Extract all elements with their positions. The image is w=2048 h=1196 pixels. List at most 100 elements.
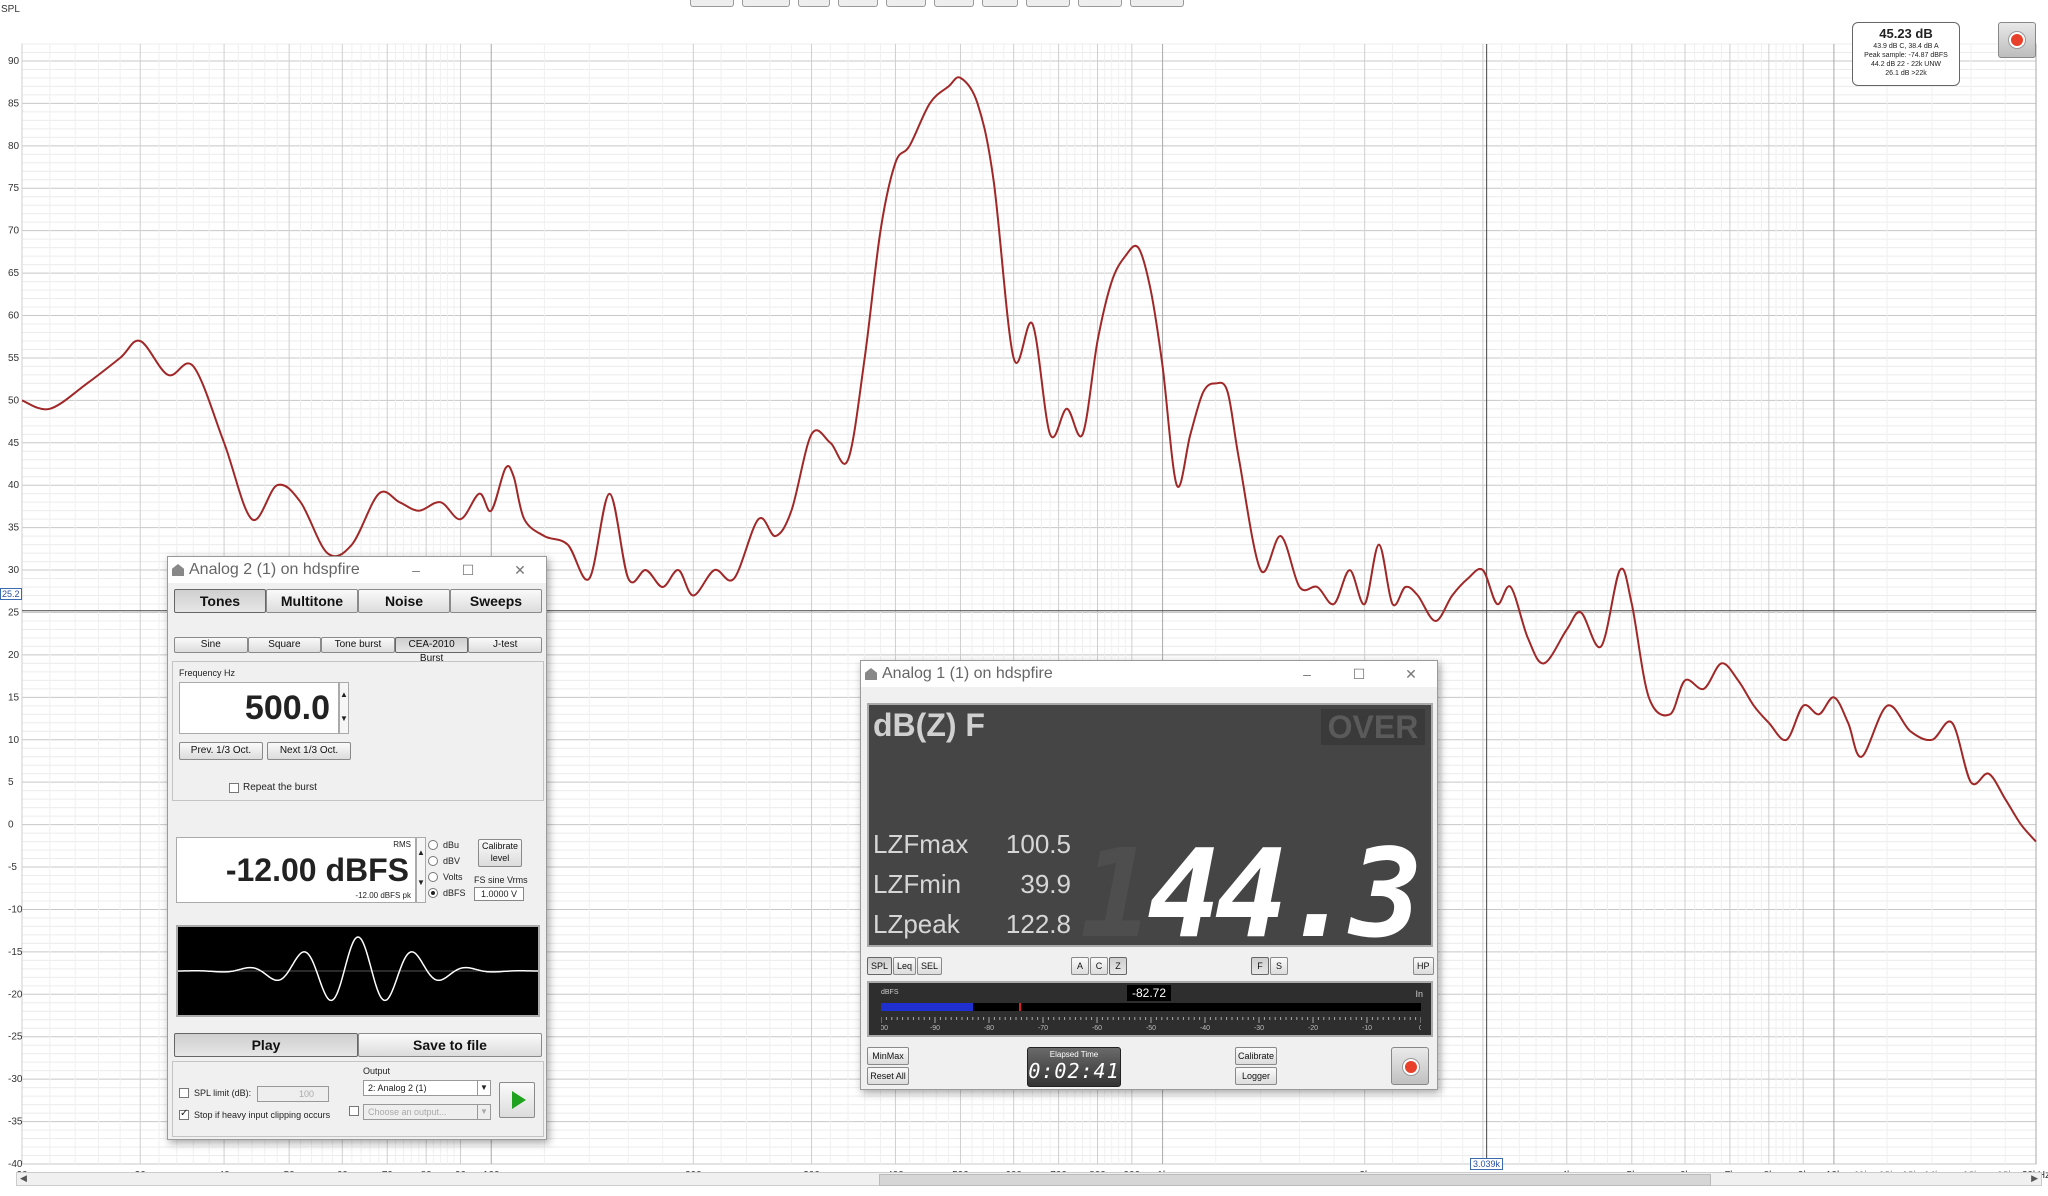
toolbar-button[interactable]: [1026, 0, 1070, 7]
maximize-icon[interactable]: ☐: [442, 562, 494, 579]
speed-btn-s[interactable]: S: [1270, 957, 1288, 975]
unit-radio[interactable]: [428, 856, 438, 866]
toolbar-button[interactable]: [798, 0, 830, 7]
y-tick-label: 30: [8, 565, 20, 576]
generator-tabs: Tones Multitone Noise Sweeps: [174, 589, 542, 613]
y-tick-label: 20: [8, 650, 20, 661]
dbfs-tick-label: -60: [1092, 1025, 1102, 1031]
unit-label: dBu: [443, 840, 460, 850]
generator-window: Analog 2 (1) on hdspfire – ☐ ✕ Tones Mult…: [167, 556, 547, 1140]
repeat-burst-label: Repeat the burst: [243, 782, 317, 793]
save-to-file-button[interactable]: Save to file: [358, 1033, 542, 1057]
y-tick-label: -35: [8, 1117, 23, 1128]
chevron-down-icon[interactable]: ▼: [477, 1105, 490, 1119]
speed-btn-f[interactable]: F: [1251, 957, 1269, 975]
reset-all-button[interactable]: Reset All: [867, 1067, 909, 1085]
repeat-burst-checkbox[interactable]: [229, 782, 239, 793]
output-select[interactable]: 2: Analog 2 (1) ▼: [363, 1080, 491, 1096]
level-info-box: 45.23 dB 43.9 dB C, 38.4 dB A Peak sampl…: [1852, 22, 1960, 86]
minimize-icon[interactable]: –: [390, 562, 442, 579]
dbfs-tick-label: -80: [984, 1025, 994, 1031]
record-icon: [2009, 32, 2025, 48]
toolbar-button[interactable]: [690, 0, 734, 7]
weighting-btn-c[interactable]: C: [1090, 957, 1108, 975]
tab-sweeps[interactable]: Sweeps: [450, 589, 542, 613]
horizontal-scrollbar[interactable]: ◀ ▶: [16, 1172, 2042, 1186]
scroll-right-icon[interactable]: ▶: [2031, 1173, 2038, 1184]
second-output-checkbox[interactable]: [349, 1106, 359, 1116]
minimize-icon[interactable]: –: [1281, 666, 1333, 683]
unit-radio[interactable]: [428, 888, 438, 898]
spl-limit-checkbox[interactable]: [179, 1088, 189, 1098]
y-tick-label: 60: [8, 311, 20, 322]
calibrate-level-button[interactable]: Calibrate level: [478, 839, 522, 867]
frequency-spinner[interactable]: ▲ ▼: [339, 682, 349, 734]
generator-title-bar[interactable]: Analog 2 (1) on hdspfire – ☐ ✕: [168, 557, 546, 583]
unit-option-volts[interactable]: Volts: [428, 869, 466, 885]
second-output-select[interactable]: Choose an output... ▼: [363, 1104, 491, 1120]
record-button[interactable]: [1998, 22, 2036, 58]
subtab-j-test[interactable]: J-test: [468, 637, 542, 653]
scrollbar-thumb[interactable]: [879, 1174, 1711, 1186]
output-value: 2: Analog 2 (1): [368, 1083, 427, 1093]
waveform-svg: [178, 936, 538, 1002]
minmax-button[interactable]: MinMax: [867, 1047, 909, 1065]
y-tick-label: 85: [8, 98, 20, 109]
elapsed-value: 0:02:41: [1028, 1059, 1120, 1083]
next-octave-button[interactable]: Next 1/3 Oct.: [267, 742, 351, 760]
unit-option-dbfs[interactable]: dBFS: [428, 885, 466, 901]
tab-multitone[interactable]: Multitone: [266, 589, 358, 613]
hp-button-group: HP: [1413, 957, 1434, 975]
logger-button[interactable]: Logger: [1235, 1067, 1277, 1085]
toolbar-button[interactable]: [1130, 0, 1184, 7]
subtab-tone-burst[interactable]: Tone burst: [321, 637, 395, 653]
meter-record-button[interactable]: [1391, 1047, 1429, 1085]
spl-limit-input[interactable]: 100: [257, 1086, 329, 1102]
weighting-btn-z[interactable]: Z: [1109, 957, 1127, 975]
calibrate-button[interactable]: Calibrate: [1235, 1047, 1277, 1065]
dbfs-track: [881, 1003, 1421, 1011]
unit-option-dbu[interactable]: dBu: [428, 837, 466, 853]
fs-sine-label: FS sine Vrms: [474, 875, 528, 885]
subtab-cea-2010-burst[interactable]: CEA-2010 Burst: [394, 637, 469, 664]
unit-option-dbv[interactable]: dBV: [428, 853, 466, 869]
meter-btn-leq[interactable]: Leq: [893, 957, 917, 975]
unit-radio[interactable]: [428, 840, 438, 850]
y-tick-label: 75: [8, 183, 20, 194]
toolbar-button[interactable]: [1078, 0, 1122, 7]
waveform-preview: [176, 925, 540, 1017]
frequency-input[interactable]: 500.0: [179, 682, 339, 734]
hp-button[interactable]: HP: [1413, 957, 1434, 975]
chevron-down-icon[interactable]: ▼: [477, 1081, 490, 1095]
tab-tones[interactable]: Tones: [174, 589, 266, 613]
cursor-y-readout: 25.2: [0, 588, 22, 600]
fs-sine-input[interactable]: 1.0000 V: [474, 887, 524, 901]
y-axis-title: SPL: [1, 4, 20, 15]
unit-radio[interactable]: [428, 872, 438, 882]
close-icon[interactable]: ✕: [1385, 666, 1437, 683]
prev-octave-button[interactable]: Prev. 1/3 Oct.: [179, 742, 263, 760]
toolbar-button[interactable]: [886, 0, 926, 7]
meter-title-bar[interactable]: Analog 1 (1) on hdspfire – ☐ ✕: [861, 661, 1437, 687]
subtab-square[interactable]: Square: [247, 637, 322, 653]
start-generator-button[interactable]: [499, 1082, 535, 1118]
generator-title: Analog 2 (1) on hdspfire: [189, 561, 360, 578]
meter-btn-spl[interactable]: SPL: [867, 957, 893, 975]
toolbar-button[interactable]: [934, 0, 974, 7]
y-tick-label: 45: [8, 438, 20, 449]
scroll-left-icon[interactable]: ◀: [20, 1173, 27, 1184]
level-input[interactable]: RMS -12.00 dBFS -12.00 dBFS pk: [176, 837, 416, 903]
play-button[interactable]: Play: [174, 1033, 358, 1057]
toolbar-button[interactable]: [838, 0, 878, 7]
meter-btn-sel[interactable]: SEL: [917, 957, 943, 975]
level-spinner[interactable]: ▲ ▼: [416, 837, 426, 903]
stop-clipping-checkbox[interactable]: [179, 1108, 189, 1120]
close-icon[interactable]: ✕: [494, 562, 546, 579]
tab-noise[interactable]: Noise: [358, 589, 450, 613]
play-icon: [512, 1091, 526, 1109]
weighting-btn-a[interactable]: A: [1071, 957, 1089, 975]
subtab-sine[interactable]: Sine: [174, 637, 248, 653]
toolbar-button[interactable]: [742, 0, 790, 7]
maximize-icon[interactable]: ☐: [1333, 666, 1385, 683]
toolbar-button[interactable]: [982, 0, 1018, 7]
